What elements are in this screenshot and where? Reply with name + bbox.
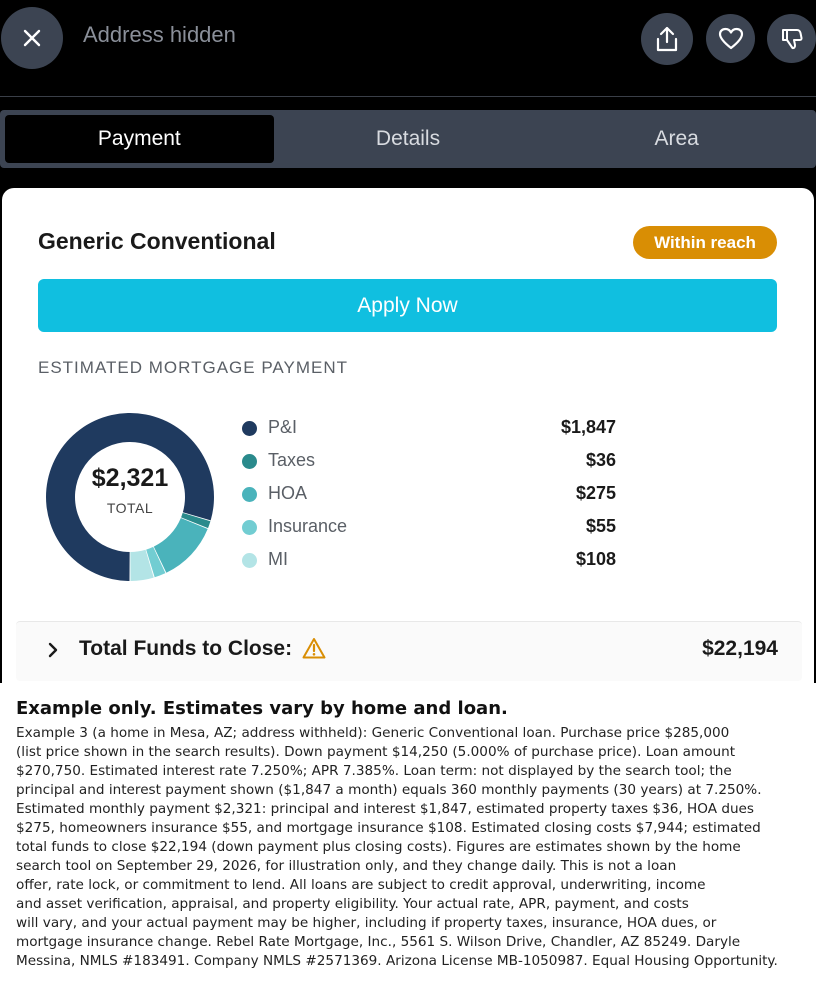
legend-value: $55 [585, 516, 616, 536]
legend-value: $275 [575, 483, 616, 503]
disclaimer-line: Example 3 (a home in Mesa, AZ; address w… [16, 725, 730, 741]
legend-dot [242, 487, 257, 502]
apply-now-button[interactable]: Apply Now [38, 279, 777, 332]
payment-legend: P&I $1,847 Taxes $36 HOA $275 Insurance … [240, 414, 616, 579]
legend-item-pi: P&I $1,847 [240, 414, 616, 447]
disclaimer-line: and asset verification, appraisal, and p… [16, 896, 689, 912]
legend-dot [242, 421, 257, 436]
tab-payment[interactable]: Payment [5, 115, 274, 163]
dislike-button[interactable] [767, 14, 816, 63]
loan-title: Generic Conventional [38, 228, 276, 254]
disclaimer-line: $275, homeowners insurance $55, and mort… [16, 820, 761, 836]
disclaimer-heading: Example only. Estimates vary by home and… [16, 698, 508, 719]
close-button[interactable] [1, 7, 63, 69]
payment-donut-chart [46, 413, 215, 581]
tab-area[interactable]: Area [542, 115, 811, 163]
legend-item-insurance: Insurance $55 [240, 513, 616, 546]
disclaimer-line: Messina, NMLS #183491. Company NMLS #257… [16, 953, 778, 969]
top-bar: Address hidden [0, 0, 816, 96]
legend-value: $1,847 [560, 417, 616, 437]
share-button[interactable] [641, 13, 693, 65]
legend-dot [242, 520, 257, 535]
legend-value: $36 [585, 450, 616, 470]
disclaimer: Example only. Estimates vary by home and… [0, 683, 816, 987]
disclaimer-line: $270,750. Estimated interest rate 7.250%… [16, 763, 732, 779]
listing-app: Address hidden Payment Details Area Gene… [0, 0, 816, 683]
warning-icon[interactable] [302, 637, 326, 659]
total-funds-label: Total Funds to Close: [79, 637, 293, 660]
disclaimer-line: search tool on September 29, 2026, for i… [16, 858, 677, 874]
favorite-button[interactable] [706, 14, 755, 63]
legend-item-taxes: Taxes $36 [240, 447, 616, 480]
tab-details[interactable]: Details [274, 115, 543, 163]
chevron-right-icon [48, 642, 58, 658]
disclaimer-line: principal and interest payment shown ($1… [16, 782, 762, 798]
tab-bar: Payment Details Area [0, 110, 816, 168]
thumbs-down-icon [781, 28, 803, 49]
total-funds-to-close-row[interactable]: Total Funds to Close: $22,194 [16, 621, 802, 681]
heart-icon [718, 27, 743, 49]
donut-total-label: TOTAL [106, 500, 154, 516]
disclaimer-line: (list price shown in the search results)… [16, 744, 736, 760]
legend-item-mi: MI $108 [240, 546, 616, 579]
donut-total-value: $2,321 [91, 464, 169, 492]
legend-dot [242, 553, 257, 568]
legend-label: P&I [268, 417, 298, 437]
legend-label: MI [268, 549, 288, 569]
section-label: ESTIMATED MORTGAGE PAYMENT [38, 358, 348, 377]
disclaimer-line: mortgage insurance change. Rebel Rate Mo… [16, 934, 741, 950]
disclaimer-line: Estimated monthly payment $2,321: princi… [16, 801, 755, 817]
disclaimer-line: will vary, and your actual payment may b… [16, 915, 717, 931]
legend-label: Insurance [268, 516, 348, 536]
top-bar-divider [0, 96, 816, 97]
loan-card: Generic Conventional Within reach Apply … [2, 188, 814, 683]
address-text: Address hidden [83, 22, 236, 47]
legend-label: Taxes [268, 450, 316, 470]
share-icon [656, 26, 678, 52]
disclaimer-line: total funds to close $22,194 (down payme… [16, 839, 741, 855]
affordability-badge: Within reach [633, 226, 777, 259]
total-funds-value: $22,194 [702, 637, 778, 660]
disclaimer-body: Example 3 (a home in Mesa, AZ; address w… [16, 724, 811, 971]
disclaimer-line: offer, rate lock, or commitment to lend.… [16, 877, 706, 893]
legend-label: HOA [268, 483, 308, 503]
close-icon [23, 29, 41, 47]
legend-value: $108 [575, 549, 616, 569]
donut-slice-hoa [153, 517, 208, 573]
legend-dot [242, 454, 257, 469]
legend-item-hoa: HOA $275 [240, 480, 616, 513]
